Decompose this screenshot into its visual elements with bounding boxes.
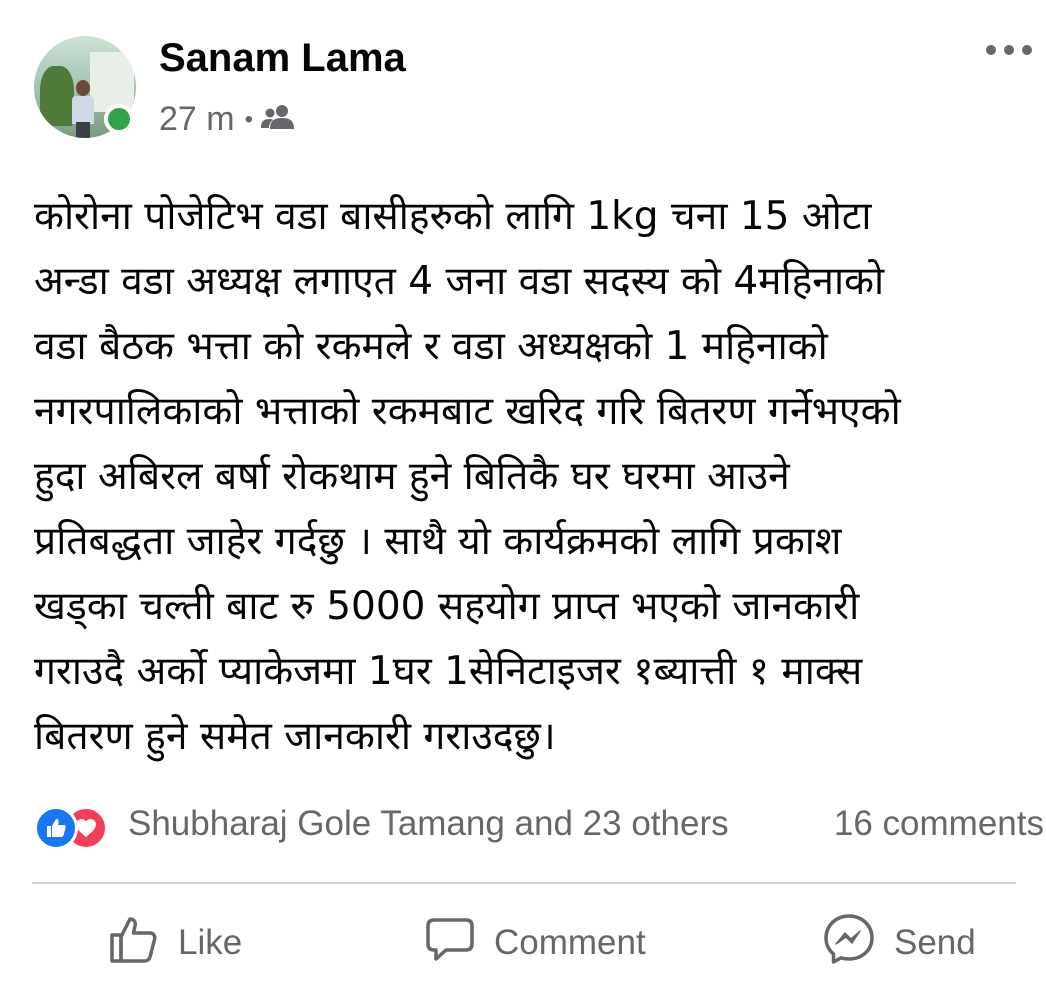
divider <box>32 882 1016 884</box>
send-button[interactable]: Send <box>822 906 976 980</box>
post-meta: 27 m • <box>159 100 295 139</box>
like-label: Like <box>178 923 243 962</box>
reaction-names[interactable]: Shubharaj Gole Tamang and 23 others <box>128 804 729 844</box>
post-timestamp[interactable]: 27 m <box>159 100 235 139</box>
avatar-photo-shirt <box>72 96 94 124</box>
avatar-photo-legs <box>76 122 90 138</box>
thumbs-up-icon <box>108 913 160 974</box>
messenger-icon <box>822 912 876 975</box>
more-dot <box>1022 45 1032 55</box>
more-dot <box>986 45 996 55</box>
comments-count[interactable]: 16 comments <box>834 804 1044 844</box>
author-name[interactable]: Sanam Lama <box>159 36 406 81</box>
send-label: Send <box>894 923 976 962</box>
reactions-summary[interactable]: Shubharaj Gole Tamang and 23 others 16 c… <box>34 802 1044 850</box>
action-bar: Like Comment Send <box>0 906 1046 980</box>
comment-button[interactable]: Comment <box>424 906 646 980</box>
reaction-icons[interactable] <box>34 806 124 850</box>
more-options-icon[interactable] <box>986 40 1032 60</box>
more-dot <box>1004 45 1014 55</box>
like-reaction-icon <box>34 806 78 850</box>
avatar-photo-house <box>90 52 134 112</box>
online-status-icon <box>104 104 134 134</box>
post-text: कोरोना पोजेटिभ वडा बासीहरुको लागि 1kg चन… <box>34 194 901 759</box>
meta-separator: • <box>244 105 253 133</box>
like-button[interactable]: Like <box>108 906 242 980</box>
comment-label: Comment <box>494 923 646 962</box>
speech-bubble-icon <box>424 913 476 974</box>
friends-icon[interactable] <box>261 100 295 139</box>
avatar-photo-head <box>76 80 90 96</box>
avatar-photo-tree <box>40 66 74 126</box>
